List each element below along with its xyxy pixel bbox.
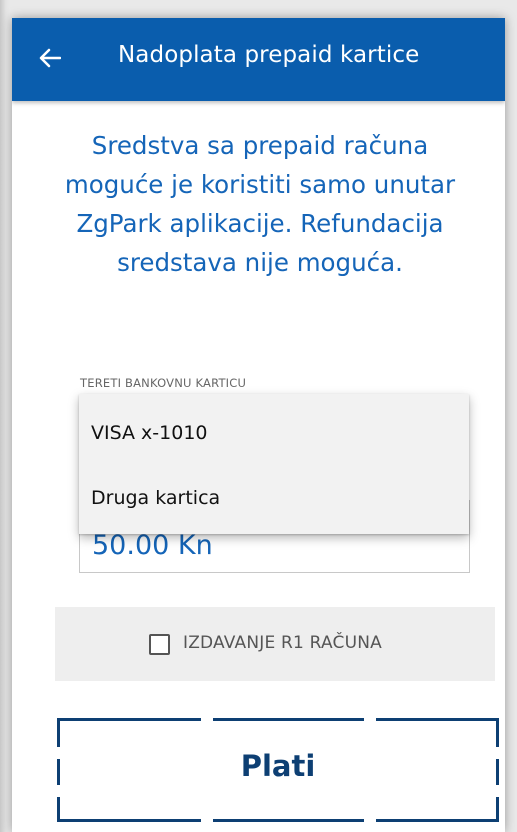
- button-border-gap: [201, 817, 213, 824]
- r1-checkbox-label[interactable]: IZDAVANJE R1 RAČUNA: [183, 633, 382, 653]
- arrow-left-icon: [39, 48, 61, 68]
- app-bar: Nadoplata prepaid kartice: [12, 18, 505, 101]
- app-screen: Nadoplata prepaid kartice Sredstva sa pr…: [12, 18, 505, 832]
- pay-button-label: Plati: [240, 749, 316, 783]
- r1-checkbox[interactable]: [149, 634, 170, 655]
- card-option-visa[interactable]: VISA x-1010: [91, 422, 208, 444]
- page-title: Nadoplata prepaid kartice: [118, 42, 420, 68]
- button-border-gap: [55, 785, 62, 797]
- card-dropdown-menu: VISA x-1010 Druga kartica: [79, 394, 469, 534]
- button-border-gap: [364, 817, 376, 824]
- pay-button[interactable]: Plati: [55, 716, 501, 824]
- button-border-gap: [201, 716, 213, 723]
- button-border-gap: [494, 785, 501, 797]
- card-option-other[interactable]: Druga kartica: [91, 487, 220, 509]
- card-field-label: TERETI BANKOVNU KARTICU: [80, 376, 247, 390]
- button-border-gap: [364, 716, 376, 723]
- prepaid-notice: Sredstva sa prepaid računa moguće je kor…: [64, 131, 456, 277]
- amount-value: 50.00 Kn: [92, 530, 213, 561]
- r1-invoice-panel: IZDAVANJE R1 RAČUNA: [55, 607, 495, 681]
- back-button[interactable]: [34, 40, 66, 76]
